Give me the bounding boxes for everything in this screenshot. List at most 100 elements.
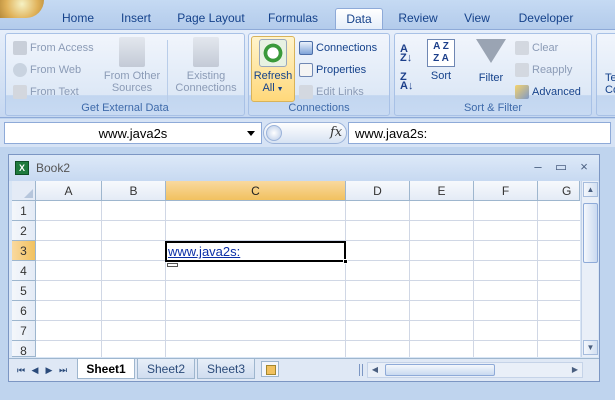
- row-header-2[interactable]: 2: [12, 221, 36, 241]
- tab-review[interactable]: Review: [392, 8, 444, 29]
- tab-insert[interactable]: Insert: [112, 8, 160, 29]
- excel-icon: X: [15, 161, 29, 175]
- sheet-tab-2[interactable]: Sheet2: [137, 359, 195, 379]
- select-all-corner[interactable]: [12, 181, 36, 201]
- sort-az-icon: A Z↓: [400, 43, 413, 64]
- group-label-connections: Connections: [288, 102, 350, 114]
- formula-controls: fx: [263, 122, 347, 144]
- tab-formulas[interactable]: Formulas: [262, 8, 324, 29]
- group-sort-filter: A Z↓ Z A↓ A ZZ A Sort Filter Clear Reapply…: [394, 33, 592, 116]
- group-get-external-data: From Access From Web From Text From Othe…: [5, 33, 245, 116]
- sheet-tab-bar: ⏮ ◀ ▶ ⏭ Sheet1 Sheet2 Sheet3 ◀ ▶: [9, 358, 599, 381]
- access-icon: [13, 41, 27, 55]
- name-box-value: www.java2s: [98, 126, 168, 141]
- advanced-button[interactable]: Advanced: [515, 83, 581, 101]
- sheet-tab-1[interactable]: Sheet1: [77, 359, 135, 379]
- sort-a-to-z-button[interactable]: A Z↓: [400, 44, 420, 64]
- tab-home[interactable]: Home: [56, 8, 100, 29]
- auto-correct-options-icon[interactable]: [167, 263, 178, 267]
- refresh-all-button[interactable]: Refresh All ▼: [251, 36, 295, 102]
- horizontal-scrollbar[interactable]: ◀ ▶: [367, 362, 583, 378]
- tab-page-layout[interactable]: Page Layout: [172, 8, 250, 29]
- from-text-button[interactable]: From Text: [13, 83, 79, 101]
- scroll-up-icon[interactable]: ▲: [583, 182, 598, 197]
- refresh-label: Refresh: [253, 70, 293, 82]
- from-web-label: From Web: [30, 64, 82, 76]
- group-label-sort-filter: Sort & Filter: [463, 102, 523, 114]
- fill-handle[interactable]: [343, 259, 348, 264]
- from-other-sources-button[interactable]: From Other Sources: [100, 37, 164, 94]
- grid-line: [36, 280, 580, 281]
- scroll-left-icon[interactable]: ◀: [368, 363, 382, 377]
- text-to-columns-button[interactable]: Te Co: [605, 72, 615, 96]
- existing-connections-button[interactable]: Existing Connections: [170, 37, 242, 94]
- next-sheet-icon[interactable]: ▶: [43, 363, 55, 377]
- tab-view[interactable]: View: [456, 8, 498, 29]
- existing-label-1: Existing: [186, 70, 226, 82]
- close-icon[interactable]: ×: [575, 159, 593, 175]
- properties-label: Properties: [316, 64, 367, 76]
- tab-split-handle[interactable]: [359, 364, 363, 376]
- edit-links-button[interactable]: Edit Links: [299, 83, 364, 101]
- row-header-4[interactable]: 4: [12, 261, 36, 281]
- clear-button[interactable]: Clear: [515, 39, 558, 57]
- column-header-f[interactable]: F: [474, 181, 538, 201]
- insert-function-button[interactable]: fx: [330, 125, 342, 140]
- grid-line: [36, 340, 580, 341]
- column-header-c[interactable]: C: [166, 181, 346, 201]
- row-header-3[interactable]: 3: [12, 241, 36, 261]
- from-web-button[interactable]: From Web: [13, 61, 81, 79]
- properties-button[interactable]: Properties: [299, 61, 366, 79]
- from-access-label: From Access: [30, 42, 94, 54]
- column-header-d[interactable]: D: [346, 181, 410, 201]
- column-header-e[interactable]: E: [410, 181, 474, 201]
- tab-developer[interactable]: Developer: [510, 8, 582, 29]
- vertical-scroll-thumb[interactable]: [583, 203, 598, 263]
- funnel-icon: [476, 39, 506, 63]
- column-header-g[interactable]: G: [538, 181, 580, 201]
- minimize-icon[interactable]: –: [529, 159, 547, 175]
- sort-z-to-a-button[interactable]: Z A↓: [400, 72, 420, 92]
- sort-button[interactable]: A ZZ A Sort: [423, 39, 459, 82]
- connections-icon: [299, 41, 313, 55]
- grid-line: [36, 300, 580, 301]
- worksheet-grid[interactable]: A B C D E F G 1 2 3 4 5 6 7 8 www.java2s…: [12, 181, 580, 358]
- grid-line: [345, 201, 346, 357]
- filter-button[interactable]: Filter: [471, 39, 511, 84]
- column-header-a[interactable]: A: [36, 181, 102, 201]
- grid-line: [36, 220, 580, 221]
- row-header-1[interactable]: 1: [12, 201, 36, 221]
- connections-button[interactable]: Connections: [299, 39, 377, 57]
- sheet-tab-3[interactable]: Sheet3: [197, 359, 255, 379]
- horizontal-scroll-thumb[interactable]: [385, 364, 495, 376]
- refresh-icon: [259, 39, 287, 67]
- clear-filter-icon: [515, 41, 529, 55]
- name-box[interactable]: www.java2s: [4, 122, 262, 144]
- tab-data[interactable]: Data: [335, 8, 383, 29]
- vertical-scrollbar[interactable]: ▲ ▼: [581, 181, 598, 357]
- expand-knob[interactable]: [266, 125, 282, 141]
- from-access-button[interactable]: From Access: [13, 39, 94, 57]
- row-header-7[interactable]: 7: [12, 321, 36, 341]
- first-sheet-icon[interactable]: ⏮: [15, 363, 27, 377]
- reapply-button[interactable]: Reapply: [515, 61, 572, 79]
- insert-sheet-icon[interactable]: [261, 361, 279, 377]
- scroll-right-icon[interactable]: ▶: [568, 363, 582, 377]
- formula-input[interactable]: www.java2s:: [348, 122, 611, 144]
- edit-links-label: Edit Links: [316, 86, 364, 98]
- sort-za-icon: Z A↓: [400, 71, 414, 92]
- workbook-title-bar[interactable]: X Book2 – ▭ ×: [9, 155, 599, 181]
- restore-icon[interactable]: ▭: [552, 159, 570, 175]
- chevron-down-icon: ▼: [274, 86, 284, 93]
- chevron-down-icon[interactable]: [247, 131, 255, 136]
- office-button[interactable]: [0, 0, 44, 18]
- last-sheet-icon[interactable]: ⏭: [57, 363, 69, 377]
- prev-sheet-icon[interactable]: ◀: [29, 363, 41, 377]
- row-header-6[interactable]: 6: [12, 301, 36, 321]
- scroll-down-icon[interactable]: ▼: [583, 340, 598, 355]
- row-header-8[interactable]: 8: [12, 341, 36, 358]
- grid-line: [165, 201, 166, 357]
- column-header-b[interactable]: B: [102, 181, 166, 201]
- active-cell-border: [165, 241, 348, 264]
- row-header-5[interactable]: 5: [12, 281, 36, 301]
